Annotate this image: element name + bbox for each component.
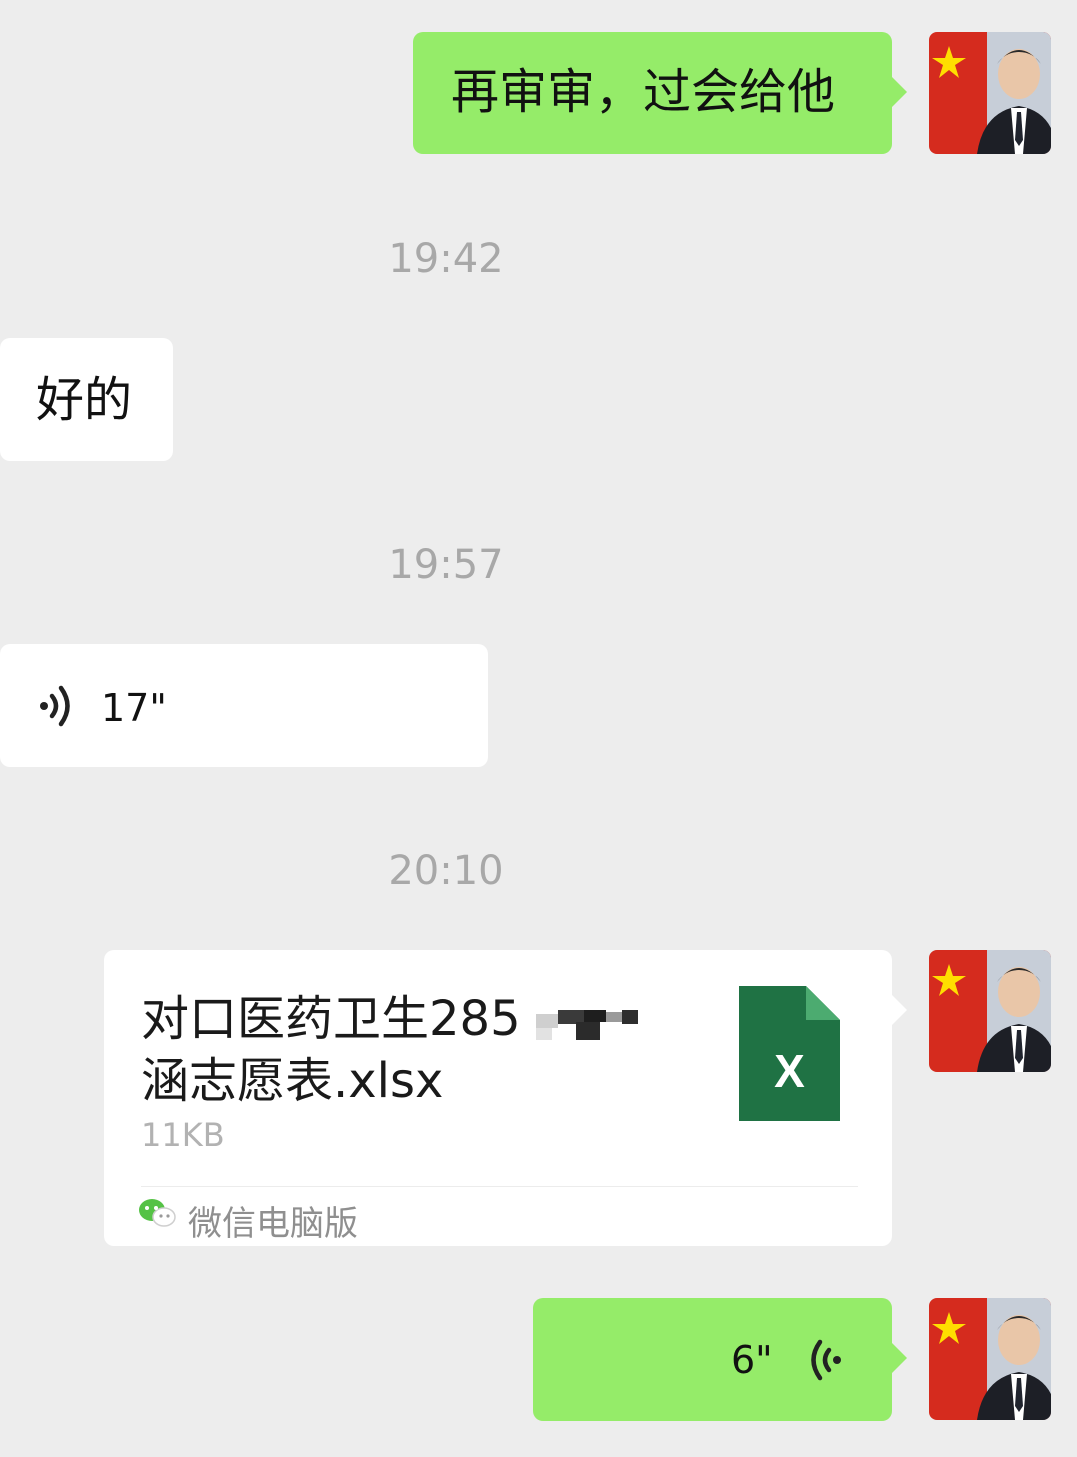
- incoming-message-bubble[interactable]: 好的: [0, 338, 173, 461]
- user-avatar[interactable]: [929, 1298, 1051, 1420]
- outgoing-voice-message[interactable]: 6": [533, 1298, 907, 1421]
- voice-duration: 17": [101, 686, 167, 730]
- excel-letter: X: [774, 1045, 805, 1097]
- timestamp: 20:10: [388, 848, 504, 894]
- voice-playback-icon: [803, 1338, 843, 1386]
- message-text: 好的: [36, 372, 133, 428]
- user-avatar[interactable]: [929, 32, 1051, 154]
- incoming-voice-message[interactable]: 17": [0, 644, 488, 767]
- outgoing-message-bubble[interactable]: 再审审，过会给他: [413, 32, 907, 154]
- redaction-mosaic: [536, 1010, 638, 1040]
- timestamp: 19:57: [388, 542, 504, 588]
- user-avatar[interactable]: [929, 950, 1051, 1072]
- excel-file-icon: X: [739, 986, 840, 1125]
- voice-playback-icon: [38, 684, 78, 732]
- wechat-logo-icon: [138, 1198, 176, 1232]
- message-text: 再审审，过会给他: [451, 64, 836, 120]
- file-name-line-2: 涵志愿表.xlsx: [141, 1053, 444, 1109]
- source-label: 微信电脑版: [188, 1204, 358, 1244]
- file-message-card[interactable]: 对口医药卫生285 涵志愿表.xlsx 11KB X 微信电脑版: [104, 950, 907, 1246]
- file-size: 11KB: [141, 1116, 225, 1154]
- card-divider: [141, 1186, 858, 1187]
- voice-duration: 6": [731, 1338, 773, 1382]
- timestamp: 19:42: [388, 236, 504, 282]
